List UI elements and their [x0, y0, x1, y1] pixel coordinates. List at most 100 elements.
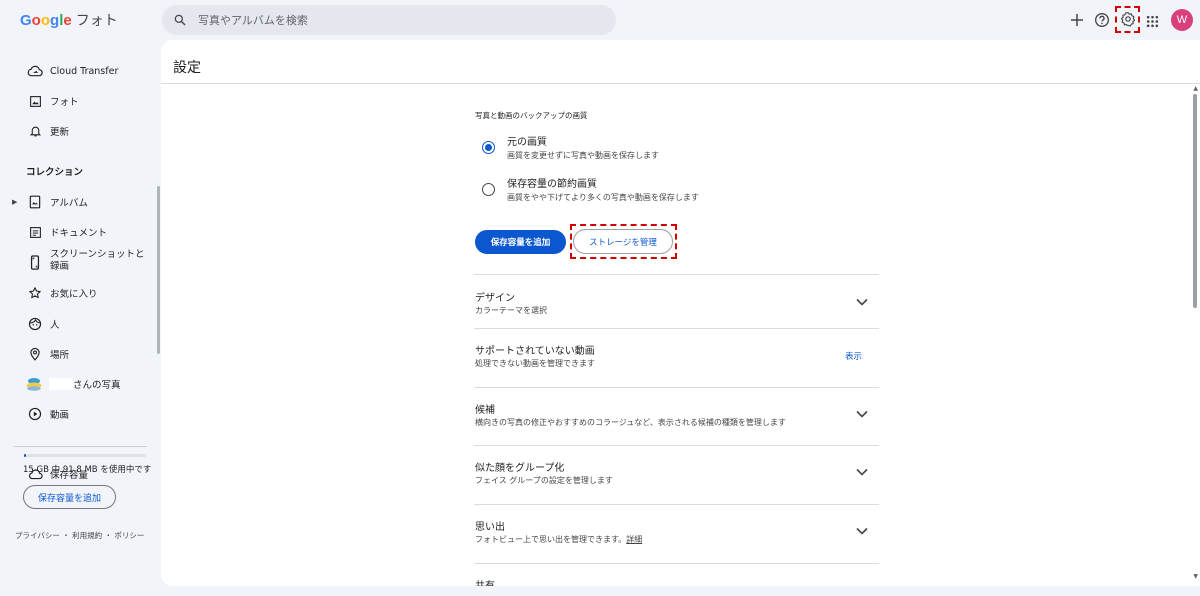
album-icon [24, 194, 46, 210]
setting-subtitle: フォトビュー上で思い出を管理できます。詳細 [475, 534, 642, 545]
sidebar-item-photos[interactable]: フォト [0, 93, 155, 109]
phone-screenshot-icon [24, 254, 46, 270]
setting-design[interactable]: デザイン カラーテーマを選択 [474, 274, 879, 328]
label-line-2: 録画 [50, 261, 70, 272]
setting-title: サポートされていない動画 [475, 346, 595, 357]
cloud-transfer-icon [24, 63, 46, 79]
sidebar-item-favorites[interactable]: お気に入り [0, 285, 155, 301]
footer-separator: ・ [62, 531, 70, 540]
setting-title: 思い出 [475, 522, 505, 533]
logo-wordmark: Google [20, 11, 72, 29]
redacted-name-box [49, 378, 73, 390]
sidebar-item-label: さんの写真 [73, 380, 121, 391]
privacy-link[interactable]: プライバシー [15, 531, 60, 540]
add-storage-button[interactable]: 保存容量を追加 [475, 230, 566, 254]
terms-link[interactable]: 利用規約 [72, 531, 102, 540]
chevron-down-icon[interactable] [855, 407, 869, 421]
help-circle-icon[interactable] [1094, 12, 1110, 28]
setting-memories[interactable]: 思い出 フォトビュー上で思い出を管理できます。詳細 [474, 504, 879, 563]
google-photos-logo[interactable]: Google フォト [20, 10, 118, 30]
top-bar: Google フォト W [0, 0, 1200, 40]
footer-separator: ・ [104, 531, 113, 540]
sidebar-item-screenshots[interactable]: スクリーンショットと 録画 [0, 249, 155, 273]
setting-sharing[interactable]: 共有 [474, 563, 879, 586]
manage-storage-highlight-box [570, 224, 677, 259]
star-icon [24, 285, 46, 301]
sidebar: Cloud Transfer フォト 更新 コレクション ▶ アルバム ドキュメ… [0, 40, 160, 596]
chevron-down-icon[interactable] [855, 465, 869, 479]
setting-title: 共有 [475, 577, 495, 586]
option-subtitle: 画質をやや下げてより多くの写真や動画を保存します [507, 193, 699, 202]
search-icon[interactable] [162, 13, 198, 27]
details-link[interactable]: 詳細 [626, 535, 642, 544]
policy-link[interactable]: ポリシー [114, 531, 144, 540]
play-circle-icon [24, 406, 46, 422]
setting-group-faces[interactable]: 似た顔をグループ化 フェイス グループの設定を管理します [474, 445, 879, 504]
search-input[interactable] [198, 13, 578, 27]
sidebar-add-storage-button[interactable]: 保存容量を追加 [23, 485, 116, 509]
place-pin-icon [24, 346, 46, 362]
main-scrollbar-thumb[interactable] [1193, 94, 1197, 308]
search-bar[interactable] [162, 5, 616, 35]
settings-panel: 設定 ▲ ▼ 写真と動画のバックアップの画質 元の画質 画質を変更せずに写真や動… [161, 40, 1200, 586]
sidebar-item-label: 人 [50, 320, 60, 331]
sidebar-item-label: 場所 [50, 350, 70, 361]
expand-caret-icon[interactable]: ▶ [12, 198, 17, 206]
radio-storage-saver[interactable] [482, 183, 495, 196]
radio-text: 保存容量の節約画質 画質をやや下げてより多くの写真や動画を保存します [507, 178, 699, 204]
chevron-down-icon[interactable] [855, 524, 869, 538]
bell-icon [24, 123, 46, 139]
sidebar-item-label: 更新 [50, 127, 70, 138]
storage-usage-bar [24, 454, 146, 457]
plus-icon[interactable] [1068, 11, 1086, 29]
logo-suffix: フォト [75, 12, 118, 28]
option-title: 元の画質 [507, 137, 547, 148]
quality-option-original[interactable]: 元の画質 画質を変更せずに写真や動画を保存します [482, 136, 659, 162]
chevron-down-icon[interactable] [855, 295, 869, 309]
radio-text: 元の画質 画質を変更せずに写真や動画を保存します [507, 136, 659, 162]
sidebar-item-label: Cloud Transfer [50, 65, 119, 77]
sidebar-scrollbar[interactable] [157, 186, 160, 354]
collection-section-title: コレクション [26, 167, 84, 178]
sidebar-item-places[interactable]: 場所 [0, 346, 155, 362]
storage-usage-fill [24, 454, 26, 457]
sidebar-item-label: お気に入り [50, 289, 98, 300]
sidebar-item-label: アルバム [50, 198, 88, 209]
label-line-1: スクリーンショットと [50, 249, 145, 260]
face-icon [24, 316, 46, 332]
sidebar-item-cloud-transfer[interactable]: Cloud Transfer [0, 63, 155, 79]
avatar[interactable]: W [1171, 9, 1193, 31]
sidebar-item-albums[interactable]: ▶ アルバム [0, 194, 155, 210]
setting-title: 候補 [475, 405, 495, 416]
photo-icon [24, 93, 46, 109]
setting-suggestions[interactable]: 候補 横向きの写真の修正やおすすめのコラージュなど、表示される候補の種類を管理し… [474, 387, 879, 446]
setting-subtitle: 処理できない動画を管理できます [475, 359, 595, 368]
setting-unsupported-videos[interactable]: サポートされていない動画 処理できない動画を管理できます 表示 [474, 328, 879, 387]
option-title: 保存容量の節約画質 [507, 179, 597, 190]
show-link[interactable]: 表示 [845, 350, 862, 362]
sidebar-item-documents[interactable]: ドキュメント [0, 224, 155, 240]
sidebar-item-shared-photos[interactable]: さんの写真 [0, 376, 155, 392]
sidebar-item-label: 動画 [50, 410, 70, 421]
memories-subtitle-text: フォトビュー上で思い出を管理できます。 [475, 535, 627, 544]
scroll-up-arrow-icon[interactable]: ▲ [1193, 85, 1198, 92]
sidebar-item-label: フォト [50, 97, 79, 108]
setting-subtitle: 横向きの写真の修正やおすすめのコラージュなど、表示される候補の種類を管理します [475, 418, 786, 427]
sidebar-item-people[interactable]: 人 [0, 316, 155, 332]
quality-option-storage-saver[interactable]: 保存容量の節約画質 画質をやや下げてより多くの写真や動画を保存します [482, 178, 699, 204]
setting-title: 似た顔をグループ化 [475, 463, 565, 474]
sidebar-divider [14, 446, 147, 447]
sidebar-item-updates[interactable]: 更新 [0, 123, 155, 139]
document-icon [24, 224, 46, 240]
radio-original[interactable] [482, 141, 495, 154]
backup-quality-label: 写真と動画のバックアップの画質 [475, 111, 588, 120]
setting-title: デザイン [475, 293, 515, 304]
shared-avatar-icon [23, 376, 45, 392]
scroll-down-arrow-icon[interactable]: ▼ [1193, 573, 1198, 580]
apps-grid-icon[interactable] [1146, 13, 1159, 28]
title-divider [161, 83, 1200, 84]
sidebar-item-videos[interactable]: 動画 [0, 406, 155, 422]
page-title: 設定 [173, 60, 201, 76]
sidebar-item-label: ドキュメント [50, 228, 108, 239]
storage-usage-text: 15 GB 中 91.8 MB を使用中です [23, 465, 152, 475]
